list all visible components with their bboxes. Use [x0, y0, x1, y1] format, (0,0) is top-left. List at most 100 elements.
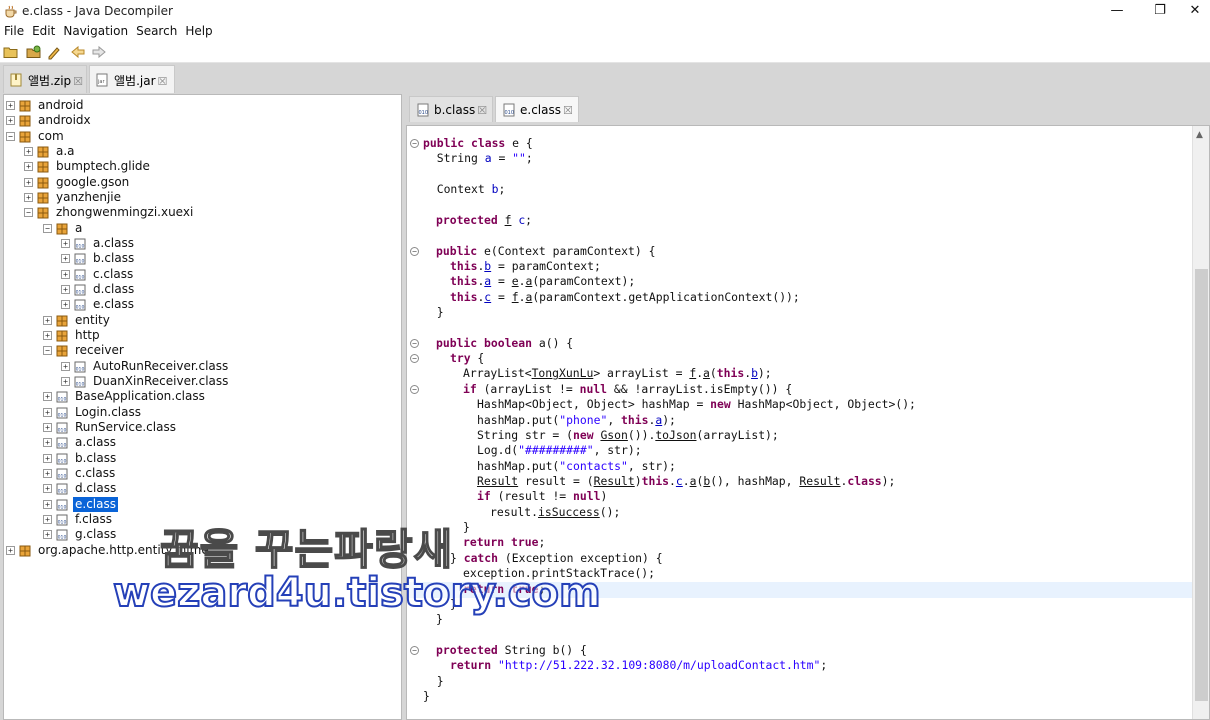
- code-line: String a = "";: [423, 151, 533, 165]
- package-icon: [19, 115, 31, 127]
- tree-node-label: e.class: [93, 297, 134, 312]
- fold-toggle-icon[interactable]: −: [410, 339, 419, 348]
- expand-icon[interactable]: +: [61, 284, 70, 294]
- code-line: protected f c;: [436, 213, 533, 227]
- code-line: return "http://51.222.32.109:8080/m/uplo…: [450, 658, 828, 672]
- tree-node-label: f.class: [75, 511, 112, 526]
- watermark-korean: 꿈을 꾸는파랑새: [159, 524, 454, 575]
- close-tab-icon[interactable]: ☒: [73, 75, 83, 88]
- expand-icon[interactable]: +: [24, 146, 33, 156]
- menu-help[interactable]: Help: [181, 23, 216, 38]
- svg-text:010: 010: [76, 274, 85, 280]
- expand-icon[interactable]: +: [61, 254, 70, 264]
- expand-icon[interactable]: +: [43, 407, 52, 417]
- package-icon: [37, 161, 49, 173]
- expand-icon[interactable]: +: [6, 545, 15, 555]
- fold-toggle-icon[interactable]: −: [410, 646, 419, 655]
- tree-node-label: entity: [75, 312, 110, 327]
- expand-icon[interactable]: +: [43, 438, 52, 448]
- package-icon: [37, 207, 49, 219]
- expand-icon[interactable]: +: [43, 530, 52, 540]
- fold-toggle-icon[interactable]: −: [410, 385, 419, 394]
- menu-search[interactable]: Search: [132, 23, 181, 38]
- tab-album-jar[interactable]: jar 앨범.jar ☒: [89, 65, 175, 93]
- class-file-icon: 010: [56, 499, 68, 511]
- code-line: Context b;: [423, 182, 506, 196]
- class-file-icon: 010: [56, 407, 68, 419]
- package-icon: [56, 330, 68, 342]
- expand-icon[interactable]: +: [24, 177, 33, 187]
- edit-icon[interactable]: [46, 44, 62, 60]
- fold-toggle-icon[interactable]: −: [410, 139, 419, 148]
- expand-icon[interactable]: +: [43, 453, 52, 463]
- expand-icon[interactable]: +: [43, 484, 52, 494]
- open-file-icon[interactable]: [26, 44, 42, 60]
- expand-icon[interactable]: +: [43, 315, 52, 325]
- expand-icon[interactable]: +: [61, 361, 70, 371]
- expand-icon[interactable]: +: [61, 269, 70, 279]
- tab-b-class[interactable]: 010 b.class ☒: [409, 96, 493, 122]
- scroll-up-icon[interactable]: ▲: [1196, 130, 1203, 140]
- open-folder-icon[interactable]: [3, 44, 19, 60]
- package-icon: [19, 100, 31, 112]
- code-line: public class e {: [423, 136, 533, 150]
- fold-toggle-icon[interactable]: −: [410, 247, 419, 256]
- tab-label: 앨범.jar: [114, 74, 156, 88]
- expand-icon[interactable]: +: [61, 238, 70, 248]
- tree-node-label: AutoRunReceiver.class: [93, 358, 229, 373]
- svg-text:010: 010: [58, 427, 67, 433]
- tab-e-class[interactable]: 010 e.class ☒: [495, 96, 579, 122]
- restore-button[interactable]: ❐: [1137, 0, 1183, 24]
- expand-icon[interactable]: +: [43, 499, 52, 509]
- close-button[interactable]: ✕: [1180, 0, 1210, 24]
- svg-text:010: 010: [76, 366, 85, 372]
- code-line: this.c = f.a(paramContext.getApplication…: [450, 290, 800, 304]
- expand-icon[interactable]: +: [24, 162, 33, 172]
- tree-node-label: receiver: [75, 343, 124, 358]
- expand-icon[interactable]: +: [43, 514, 52, 524]
- code-line: if (result != null): [477, 489, 608, 503]
- svg-text:010: 010: [58, 504, 67, 510]
- menu-navigation[interactable]: Navigation: [59, 23, 132, 38]
- tree-node-label: g.class: [75, 527, 117, 542]
- tree-node-label: google.gson: [56, 174, 130, 189]
- collapse-icon[interactable]: −: [43, 346, 52, 356]
- package-icon: [37, 192, 49, 204]
- code-editor[interactable]: − public class e { String a = ""; Contex…: [406, 125, 1210, 720]
- code-line: public boolean a() {: [436, 336, 574, 350]
- menu-file[interactable]: File: [0, 23, 28, 38]
- code-line: return true;: [463, 535, 546, 549]
- close-tab-icon[interactable]: ☒: [477, 104, 487, 117]
- expand-icon[interactable]: +: [43, 468, 52, 478]
- collapse-icon[interactable]: −: [24, 208, 33, 218]
- code-line: }: [423, 305, 444, 319]
- code-line: try {: [450, 351, 485, 365]
- close-tab-icon[interactable]: ☒: [158, 75, 168, 88]
- tab-album-zip[interactable]: 앨범.zip ☒: [3, 65, 87, 93]
- expand-icon[interactable]: +: [43, 330, 52, 340]
- title-bar: e.class - Java Decompiler — ❐ ✕: [0, 0, 1210, 24]
- forward-icon[interactable]: [91, 44, 107, 60]
- collapse-icon[interactable]: −: [43, 223, 52, 233]
- expand-icon[interactable]: +: [24, 192, 33, 202]
- collapse-icon[interactable]: −: [6, 131, 15, 141]
- vertical-scrollbar[interactable]: ▲: [1192, 126, 1209, 719]
- expand-icon[interactable]: +: [6, 116, 15, 126]
- class-file-icon: 010: [56, 514, 68, 526]
- svg-text:010: 010: [419, 110, 429, 116]
- expand-icon[interactable]: +: [43, 422, 52, 432]
- code-line: hashMap.put("phone", this.a);: [477, 413, 676, 427]
- close-tab-icon[interactable]: ☒: [563, 104, 573, 117]
- scrollbar-thumb[interactable]: [1195, 269, 1208, 701]
- expand-icon[interactable]: +: [6, 101, 15, 110]
- menu-edit[interactable]: Edit: [28, 23, 59, 38]
- expand-icon[interactable]: +: [61, 376, 70, 386]
- back-icon[interactable]: [70, 44, 86, 60]
- svg-text:010: 010: [58, 535, 67, 541]
- class-file-icon: 010: [56, 529, 68, 541]
- expand-icon[interactable]: +: [61, 300, 70, 310]
- code-line: } catch (Exception exception) {: [450, 551, 663, 565]
- expand-icon[interactable]: +: [43, 392, 52, 402]
- fold-toggle-icon[interactable]: −: [410, 354, 419, 363]
- minimize-button[interactable]: —: [1094, 0, 1140, 24]
